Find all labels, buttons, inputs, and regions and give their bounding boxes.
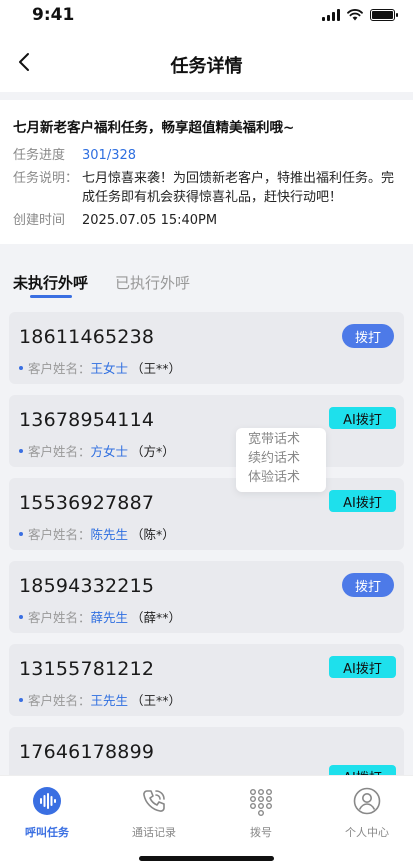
customer-masked-name: （王**） <box>131 361 182 376</box>
call-card[interactable]: 13155781212 客户姓名： 王先生 （王**） AI拨打 <box>9 644 404 716</box>
tab-indicator <box>30 295 72 298</box>
phone-number: 18594332215 <box>19 575 155 597</box>
customer-label: 客户姓名： <box>28 527 91 542</box>
task-progress-row: 任务进度 301/328 <box>13 146 400 165</box>
script-menu-item[interactable]: 宽带话术 <box>248 430 326 449</box>
call-status-tabs: 未执行外呼 已执行外呼 <box>0 252 413 300</box>
customer-masked-name: （王**） <box>131 693 182 708</box>
call-list[interactable]: 18611465238 客户姓名： 王女士 （王**） 拨打 136789541… <box>0 305 413 775</box>
bottom-tab-bar: 呼叫任务 通话记录 拨号 个人中心 <box>0 775 413 862</box>
tab-pending-calls[interactable]: 未执行外呼 <box>13 272 88 293</box>
ai-dial-button[interactable]: AI拨打 <box>329 407 396 429</box>
tab-done-calls[interactable]: 已执行外呼 <box>115 272 190 293</box>
customer-name: 方女士 <box>90 444 129 459</box>
script-menu: 宽带话术 续约话术 体验话术 <box>236 428 326 492</box>
bullet-dot <box>19 614 23 619</box>
progress-value: 301/328 <box>82 148 137 163</box>
tab-label: 个人中心 <box>345 826 389 839</box>
desc-value: 七月惊喜来袭！为回馈新老客户，特推出福利任务。完成任务即有机会获得惊喜礼品，赶快… <box>82 171 395 205</box>
customer-info: 客户姓名： 薛先生 （薛**） <box>19 607 181 626</box>
tab-label: 拨号 <box>250 826 272 839</box>
voice-wave-icon <box>32 786 62 816</box>
tab-label: 呼叫任务 <box>25 826 69 839</box>
user-icon <box>352 786 382 816</box>
customer-masked-name: （陈*） <box>131 527 175 542</box>
customer-label: 客户姓名： <box>28 444 91 459</box>
status-time: 9:41 <box>32 5 75 25</box>
call-card[interactable]: 18594332215 客户姓名： 薛先生 （薛**） 拨打 <box>9 561 404 633</box>
ai-dial-button[interactable]: AI拨打 <box>329 656 396 678</box>
page-title: 任务详情 <box>170 56 243 77</box>
customer-masked-name: （方*） <box>131 444 175 459</box>
phone-record-icon <box>139 786 169 816</box>
tab-profile[interactable]: 个人中心 <box>327 786 407 840</box>
customer-info: 客户姓名： 王先生 （王**） <box>19 690 181 709</box>
nav-bar: 任务详情 <box>0 32 413 92</box>
customer-label: 客户姓名： <box>28 693 91 708</box>
created-label: 创建时间 <box>13 213 66 228</box>
tab-call-records[interactable]: 通话记录 <box>114 786 194 840</box>
script-menu-item[interactable]: 续约话术 <box>248 449 326 468</box>
bullet-dot <box>19 365 23 370</box>
tab-dialpad[interactable]: 拨号 <box>221 786 301 840</box>
status-bar: 9:41 <box>0 0 413 32</box>
phone-number: 18611465238 <box>19 326 155 348</box>
dial-button[interactable]: 拨打 <box>342 573 394 597</box>
home-indicator <box>139 856 274 861</box>
script-menu-item[interactable]: 体验话术 <box>248 468 326 487</box>
status-icons <box>322 9 398 21</box>
phone-number: 13678954114 <box>19 409 155 431</box>
battery-icon <box>370 9 398 21</box>
customer-info: 客户姓名： 王女士 （王**） <box>19 358 181 377</box>
tab-call-tasks[interactable]: 呼叫任务 <box>7 786 87 840</box>
customer-name: 王女士 <box>90 361 129 376</box>
call-card[interactable]: 18611465238 客户姓名： 王女士 （王**） 拨打 <box>9 312 404 384</box>
call-card[interactable]: 17646178899 AI拨打 <box>9 727 404 775</box>
customer-name: 薛先生 <box>90 610 129 625</box>
customer-label: 客户姓名： <box>28 610 91 625</box>
task-title: 七月新老客户福利任务，畅享超值精美福利哦~ <box>13 120 295 136</box>
phone-number: 17646178899 <box>19 741 155 763</box>
desc-label: 任务说明： <box>13 171 79 186</box>
call-card[interactable]: 15536927887 客户姓名： 陈先生 （陈*） AI拨打 <box>9 478 404 550</box>
customer-name: 陈先生 <box>90 527 129 542</box>
phone-number: 15536927887 <box>19 492 155 514</box>
dialpad-icon <box>246 786 276 816</box>
task-created-row: 创建时间 2025.07.05 15:40PM <box>13 211 400 230</box>
ai-dial-button[interactable]: AI拨打 <box>329 765 396 775</box>
customer-label: 客户姓名： <box>28 361 91 376</box>
dial-button[interactable]: 拨打 <box>342 324 394 348</box>
call-card[interactable]: 13678954114 客户姓名： 方女士 （方*） AI拨打 <box>9 395 404 467</box>
customer-info: 客户姓名： 方女士 （方*） <box>19 441 175 460</box>
tab-label: 通话记录 <box>132 826 176 839</box>
customer-info: 客户姓名： 陈先生 （陈*） <box>19 524 175 543</box>
bullet-dot <box>19 697 23 702</box>
ai-dial-button[interactable]: AI拨打 <box>329 490 396 512</box>
phone-number: 13155781212 <box>19 658 155 680</box>
task-info-card: 七月新老客户福利任务，畅享超值精美福利哦~ 任务进度 301/328 任务说明：… <box>0 100 413 244</box>
bullet-dot <box>19 448 23 453</box>
signal-icon <box>322 9 340 21</box>
created-value: 2025.07.05 15:40PM <box>82 213 218 228</box>
customer-name: 王先生 <box>90 693 129 708</box>
customer-masked-name: （薛**） <box>131 610 182 625</box>
progress-label: 任务进度 <box>13 148 66 163</box>
task-desc-row: 任务说明： 七月惊喜来袭！为回馈新老客户，特推出福利任务。完成任务即有机会获得惊… <box>13 169 400 207</box>
wifi-icon <box>347 9 363 21</box>
bullet-dot <box>19 531 23 536</box>
